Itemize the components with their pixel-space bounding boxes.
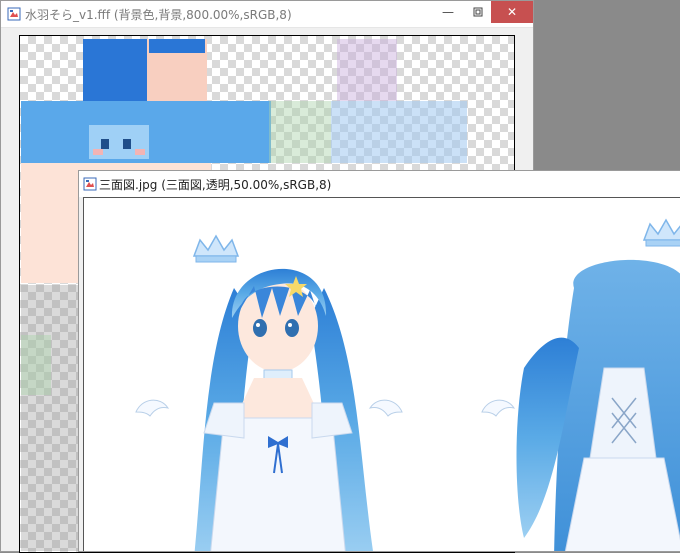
eye-left	[101, 139, 109, 149]
front-view-character	[194, 269, 374, 551]
wing-icon	[370, 400, 402, 416]
title-bar[interactable]: 水羽そら_v1.fff (背景色,背景,800.00%,sRGB,8) — ✕	[1, 1, 533, 28]
back-view-character	[517, 260, 680, 551]
app-icon	[7, 7, 21, 21]
close-button[interactable]: ✕	[491, 1, 533, 23]
minimize-icon: —	[442, 5, 454, 19]
close-icon: ✕	[507, 5, 517, 19]
eye-right	[123, 139, 131, 149]
window-title: 三面図.jpg (三面図,透明,50.00%,sRGB,8)	[99, 176, 331, 193]
minimize-button[interactable]: —	[433, 1, 463, 23]
wing-icon	[136, 400, 168, 416]
wing-icon	[482, 400, 514, 416]
skin-head-top	[83, 39, 147, 101]
skin-overlay-right	[331, 101, 467, 163]
window-title: 水羽そら_v1.fff (背景色,背景,800.00%,sRGB,8)	[25, 6, 292, 23]
skin-legs-overlay	[21, 285, 81, 551]
character-reference-art	[84, 198, 680, 551]
crown-icon	[644, 220, 680, 246]
crown-icon	[194, 236, 238, 262]
maximize-icon	[473, 7, 483, 17]
maximize-button[interactable]	[463, 1, 493, 23]
title-bar[interactable]: 三面図.jpg (三面図,透明,50.00%,sRGB,8)	[79, 171, 680, 197]
reference-canvas[interactable]	[83, 197, 680, 551]
reference-image-window[interactable]: 三面図.jpg (三面図,透明,50.00%,sRGB,8)	[78, 170, 680, 552]
app-icon	[83, 177, 97, 191]
